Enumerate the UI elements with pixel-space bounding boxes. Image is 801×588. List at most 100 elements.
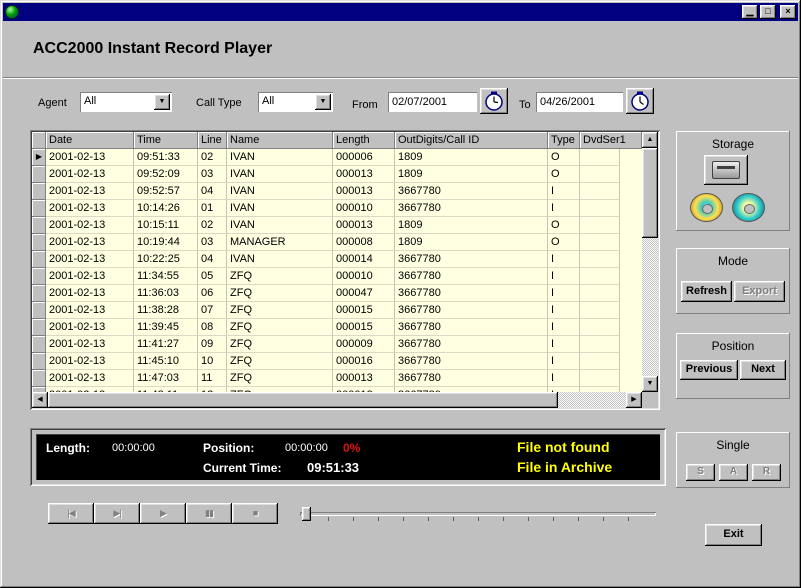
cd-disc-icon[interactable] bbox=[690, 193, 723, 222]
cell: 09 bbox=[198, 336, 227, 353]
cell: I bbox=[548, 336, 580, 353]
maximize-button[interactable]: □ bbox=[760, 5, 776, 19]
stop-button[interactable]: ■ bbox=[232, 503, 278, 524]
column-header-line[interactable]: Line bbox=[198, 132, 227, 149]
table-row[interactable]: 2001-02-1311:38:2807ZFQ0000153667780I bbox=[32, 302, 642, 319]
from-date-picker-button[interactable] bbox=[480, 88, 508, 114]
cell: I bbox=[548, 183, 580, 200]
title-bar[interactable]: ▁ □ × bbox=[3, 3, 798, 21]
cell: ZFQ bbox=[227, 268, 333, 285]
table-row[interactable]: 2001-02-1309:52:0903IVAN0000131809O bbox=[32, 166, 642, 183]
table-row[interactable]: 2001-02-1311:41:2709ZFQ0000093667780I bbox=[32, 336, 642, 353]
to-date-picker-button[interactable] bbox=[626, 88, 654, 114]
cell: I bbox=[548, 302, 580, 319]
skip-end-button[interactable]: ▶| bbox=[94, 503, 140, 524]
cell: 10:19:44 bbox=[134, 234, 198, 251]
row-selector bbox=[32, 336, 46, 353]
export-button[interactable]: Export bbox=[734, 281, 785, 302]
scroll-right-icon[interactable] bbox=[626, 392, 642, 408]
cell: 11:45:10 bbox=[134, 353, 198, 370]
position-value: 00:00:00 bbox=[285, 442, 328, 454]
cd-disc-icon[interactable] bbox=[732, 193, 765, 222]
app-icon bbox=[5, 5, 19, 19]
exit-button[interactable]: Exit bbox=[705, 524, 762, 546]
table-row[interactable]: 2001-02-1311:47:0311ZFQ0000133667780I bbox=[32, 370, 642, 387]
table-row[interactable]: 2001-02-1310:15:1102IVAN0000131809O bbox=[32, 217, 642, 234]
refresh-button[interactable]: Refresh bbox=[681, 281, 732, 302]
cell: 3667780 bbox=[395, 319, 548, 336]
chevron-down-icon[interactable] bbox=[315, 94, 331, 110]
storage-drive-button[interactable] bbox=[704, 155, 748, 185]
table-row[interactable]: 2001-02-1311:36:0306ZFQ0000473667780I bbox=[32, 285, 642, 302]
column-header-type[interactable]: Type bbox=[548, 132, 580, 149]
scroll-left-icon[interactable] bbox=[32, 392, 48, 408]
table-row[interactable]: 2001-02-1309:52:5704IVAN0000133667780I bbox=[32, 183, 642, 200]
agent-select[interactable]: All bbox=[80, 92, 172, 112]
vertical-scrollbar-thumb[interactable] bbox=[642, 148, 658, 238]
cell: 10:22:25 bbox=[134, 251, 198, 268]
table-row[interactable]: 2001-02-1309:51:3302IVAN0000061809O bbox=[32, 149, 642, 166]
scroll-down-icon[interactable] bbox=[642, 376, 658, 392]
pause-button[interactable]: ▮▮ bbox=[186, 503, 232, 524]
column-header-time[interactable]: Time bbox=[134, 132, 198, 149]
cell: 2001-02-13 bbox=[46, 336, 134, 353]
row-selector bbox=[32, 217, 46, 234]
storage-panel-title: Storage bbox=[676, 137, 790, 151]
table-row[interactable]: 2001-02-1311:45:1010ZFQ0000163667780I bbox=[32, 353, 642, 370]
storage-panel: Storage bbox=[676, 131, 790, 231]
column-header-name[interactable]: Name bbox=[227, 132, 333, 149]
to-date-value: 04/26/2001 bbox=[540, 96, 595, 108]
play-button[interactable]: ▶ bbox=[140, 503, 186, 524]
table-row[interactable]: 2001-02-1310:22:2504IVAN0000143667780I bbox=[32, 251, 642, 268]
chevron-down-icon[interactable] bbox=[154, 94, 170, 110]
column-header-date[interactable]: Date bbox=[46, 132, 134, 149]
grid-header: DateTimeLineNameLengthOutDigits/Call IDT… bbox=[32, 132, 642, 149]
cell: 000014 bbox=[333, 251, 395, 268]
skip-start-button[interactable]: |◀ bbox=[48, 503, 94, 524]
column-header-dvdser1[interactable]: DvdSer1 bbox=[580, 132, 642, 149]
status-file-not-found: File not found bbox=[517, 439, 610, 455]
cell: 3667780 bbox=[395, 302, 548, 319]
cell: 000047 bbox=[333, 285, 395, 302]
cell: ZFQ bbox=[227, 336, 333, 353]
seek-slider[interactable] bbox=[300, 504, 656, 524]
cell: ZFQ bbox=[227, 285, 333, 302]
row-selector bbox=[32, 251, 46, 268]
scroll-up-icon[interactable] bbox=[642, 132, 658, 148]
slider-ticks bbox=[303, 517, 653, 521]
slider-thumb[interactable] bbox=[302, 507, 311, 521]
single-r-button[interactable]: R bbox=[752, 464, 781, 481]
app-window: ▁ □ × ACC2000 Instant Record Player Agen… bbox=[0, 0, 801, 588]
from-date-input[interactable]: 02/07/2001 bbox=[388, 92, 477, 112]
column-header-outdigits-call-id[interactable]: OutDigits/Call ID bbox=[395, 132, 548, 149]
cell: IVAN bbox=[227, 200, 333, 217]
grid-body: 2001-02-1309:51:3302IVAN0000061809O2001-… bbox=[32, 149, 642, 392]
single-s-button[interactable]: S bbox=[686, 464, 715, 481]
table-row[interactable]: 2001-02-1310:19:4403MANAGER0000081809O bbox=[32, 234, 642, 251]
cell: 3667780 bbox=[395, 200, 548, 217]
vertical-scrollbar[interactable] bbox=[642, 132, 658, 392]
close-button[interactable]: × bbox=[780, 5, 796, 19]
previous-button[interactable]: Previous bbox=[680, 360, 738, 380]
cell: IVAN bbox=[227, 166, 333, 183]
next-button[interactable]: Next bbox=[740, 360, 786, 380]
position-percent: 0% bbox=[343, 441, 360, 455]
cell bbox=[580, 370, 620, 387]
single-a-button[interactable]: A bbox=[719, 464, 748, 481]
horizontal-scrollbar-thumb[interactable] bbox=[48, 392, 558, 408]
to-label: To bbox=[519, 99, 531, 111]
cell: 000010 bbox=[333, 200, 395, 217]
cell: 09:52:57 bbox=[134, 183, 198, 200]
column-header-length[interactable]: Length bbox=[333, 132, 395, 149]
table-row[interactable]: 2001-02-1311:34:5505ZFQ0000103667780I bbox=[32, 268, 642, 285]
table-row[interactable]: 2001-02-1310:14:2601IVAN0000103667780I bbox=[32, 200, 642, 217]
call-type-select[interactable]: All bbox=[258, 92, 333, 112]
to-date-input[interactable]: 04/26/2001 bbox=[536, 92, 623, 112]
from-label: From bbox=[352, 99, 378, 111]
minimize-button[interactable]: ▁ bbox=[742, 5, 758, 19]
slider-track[interactable] bbox=[300, 512, 656, 516]
cell: 2001-02-13 bbox=[46, 149, 134, 166]
row-selector bbox=[32, 370, 46, 387]
table-row[interactable]: 2001-02-1311:39:4508ZFQ0000153667780I bbox=[32, 319, 642, 336]
horizontal-scrollbar[interactable] bbox=[32, 392, 642, 408]
